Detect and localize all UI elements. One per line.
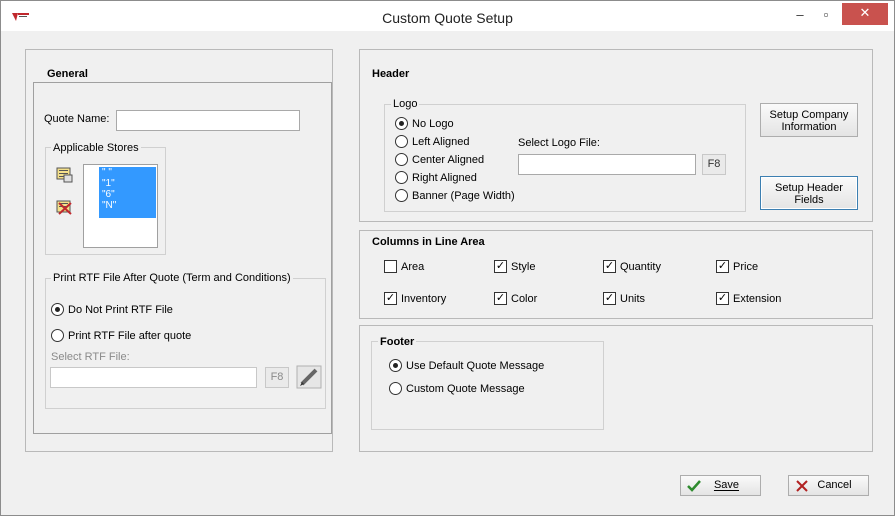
print-after-quote-label[interactable]: Print RTF File after quote xyxy=(68,330,191,342)
column-style-label[interactable]: Style xyxy=(511,261,535,273)
stores-listbox[interactable]: " " "1" "6" "N" xyxy=(83,164,158,248)
setup-company-label-1: Setup Company xyxy=(769,109,849,121)
close-button[interactable]: ✕ xyxy=(842,3,888,25)
use-default-message-radio[interactable] xyxy=(389,359,402,372)
dialog-content: General Quote Name: Applicable Stores " … xyxy=(10,31,887,509)
column-extension-checkbox[interactable]: ✓ xyxy=(716,292,729,305)
column-color-label[interactable]: Color xyxy=(511,293,537,305)
list-item[interactable]: "N" xyxy=(99,200,156,211)
column-units-label[interactable]: Units xyxy=(620,293,645,305)
header-panel: Header Logo No Logo Left Aligned Center … xyxy=(359,49,873,222)
column-color-checkbox[interactable]: ✓ xyxy=(494,292,507,305)
quote-name-label: Quote Name: xyxy=(44,113,110,125)
cancel-button[interactable]: Cancel xyxy=(788,475,869,496)
do-not-print-label[interactable]: Do Not Print RTF File xyxy=(68,304,173,316)
header-title: Header xyxy=(370,68,412,80)
logo-file-input[interactable] xyxy=(518,154,696,175)
list-item[interactable]: " " xyxy=(99,167,156,178)
applicable-stores-label: Applicable Stores xyxy=(51,142,141,154)
logo-option-right-aligned[interactable]: Right Aligned xyxy=(412,172,477,184)
select-logo-label: Select Logo File: xyxy=(518,137,600,149)
logo-option-left-aligned[interactable]: Left Aligned xyxy=(412,136,470,148)
general-title: General xyxy=(45,68,90,80)
window-title: Custom Quote Setup xyxy=(382,10,513,26)
column-quantity-label[interactable]: Quantity xyxy=(620,261,661,273)
column-area-label[interactable]: Area xyxy=(401,261,424,273)
add-store-icon[interactable] xyxy=(55,166,75,184)
rtf-f8-button[interactable]: F8 xyxy=(265,367,289,388)
setup-company-button[interactable]: Setup Company Information xyxy=(760,103,858,137)
cancel-label: Cancel xyxy=(817,479,852,491)
setup-company-label-2: Information xyxy=(781,121,837,133)
logo-option-no-logo[interactable]: No Logo xyxy=(412,118,454,130)
remove-store-icon[interactable] xyxy=(55,199,75,217)
custom-message-label[interactable]: Custom Quote Message xyxy=(406,383,525,395)
list-item[interactable]: "6" xyxy=(99,189,156,200)
custom-quote-setup-window: Custom Quote Setup – ▫ ✕ General Quote N… xyxy=(0,0,895,516)
footer-panel: Footer Use Default Quote Message Custom … xyxy=(359,325,873,452)
quote-name-input[interactable] xyxy=(116,110,300,131)
logo-f8-button[interactable]: F8 xyxy=(702,154,726,175)
logo-option-center-aligned[interactable]: Center Aligned xyxy=(412,154,484,166)
logo-radio-center-aligned[interactable] xyxy=(395,153,408,166)
setup-header-fields-button[interactable]: Setup Header Fields xyxy=(760,176,858,210)
columns-panel: Columns in Line Area Area ✓ Style ✓ Quan… xyxy=(359,230,873,319)
save-button[interactable]: Save xyxy=(680,475,761,496)
column-inventory-label[interactable]: Inventory xyxy=(401,293,446,305)
x-mark-icon xyxy=(796,480,808,492)
column-style-checkbox[interactable]: ✓ xyxy=(494,260,507,273)
print-after-quote-radio[interactable] xyxy=(51,329,64,342)
do-not-print-radio[interactable] xyxy=(51,303,64,316)
logo-radio-right-aligned[interactable] xyxy=(395,171,408,184)
print-rtf-group xyxy=(45,278,326,409)
logo-title: Logo xyxy=(391,98,420,110)
save-label: Save xyxy=(713,479,740,491)
edit-pencil-icon[interactable] xyxy=(296,365,322,389)
select-rtf-label: Select RTF File: xyxy=(51,351,130,363)
print-rtf-title: Print RTF File After Quote (Term and Con… xyxy=(51,272,293,284)
use-default-message-label[interactable]: Use Default Quote Message xyxy=(406,360,544,372)
columns-title: Columns in Line Area xyxy=(370,236,487,248)
setup-header-label-1: Setup Header xyxy=(775,182,843,194)
column-price-label[interactable]: Price xyxy=(733,261,758,273)
logo-radio-no-logo[interactable] xyxy=(395,117,408,130)
column-inventory-checkbox[interactable]: ✓ xyxy=(384,292,397,305)
logo-radio-banner[interactable] xyxy=(395,189,408,202)
minimize-button[interactable]: – xyxy=(787,5,813,25)
stores-selection: " " "1" "6" "N" xyxy=(99,167,156,218)
column-units-checkbox[interactable]: ✓ xyxy=(603,292,616,305)
column-quantity-checkbox[interactable]: ✓ xyxy=(603,260,616,273)
column-extension-label[interactable]: Extension xyxy=(733,293,781,305)
column-price-checkbox[interactable]: ✓ xyxy=(716,260,729,273)
general-panel: General Quote Name: Applicable Stores " … xyxy=(25,49,333,452)
checkmark-icon xyxy=(687,480,701,492)
setup-header-label-2: Fields xyxy=(794,194,824,206)
column-area-checkbox[interactable] xyxy=(384,260,397,273)
logo-radio-left-aligned[interactable] xyxy=(395,135,408,148)
custom-message-radio[interactable] xyxy=(389,382,402,395)
rtf-file-input[interactable] xyxy=(50,367,257,388)
maximize-button[interactable]: ▫ xyxy=(813,5,839,25)
footer-title: Footer xyxy=(378,336,417,348)
title-bar: Custom Quote Setup – ▫ ✕ xyxy=(1,1,894,31)
list-item[interactable]: "1" xyxy=(99,178,156,189)
logo-option-banner[interactable]: Banner (Page Width) xyxy=(412,190,515,202)
